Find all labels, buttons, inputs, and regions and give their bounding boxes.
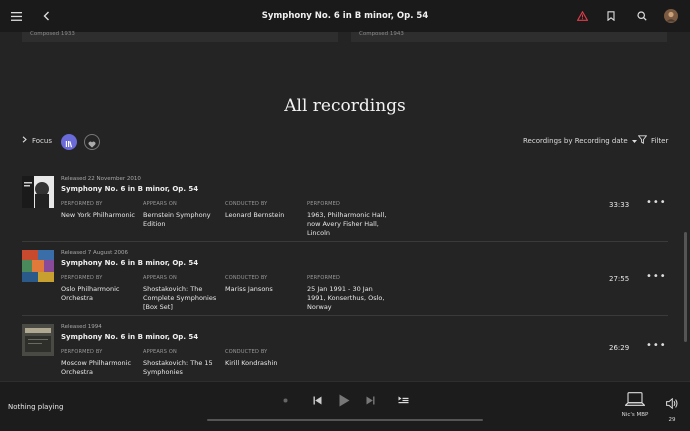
conductor-link[interactable]: Mariss Jansons <box>225 285 307 294</box>
top-bar: Symphony No. 6 in B minor, Op. 54 <box>0 0 690 32</box>
performed-by-label: PERFORMED BY <box>61 275 103 281</box>
warning-icon[interactable] <box>570 0 594 32</box>
composition-card[interactable]: Composed 1933 <box>22 31 338 42</box>
performed-by-column: PERFORMED BY New York Philharmonic <box>61 201 137 220</box>
performer-link[interactable]: New York Philharmonic <box>61 211 137 220</box>
radio-icon[interactable] <box>280 391 290 409</box>
composition-card[interactable]: Composed 1943 <box>351 31 667 42</box>
device-name: Nic's MBP <box>621 412 649 418</box>
library-filter-toggle[interactable] <box>61 134 77 150</box>
performed-label: PERFORMED <box>307 275 341 281</box>
focus-button[interactable]: Focus <box>22 136 52 145</box>
album-link[interactable]: Bernstein Symphony Edition <box>143 211 219 229</box>
conductor-link[interactable]: Leonard Bernstein <box>225 211 307 220</box>
more-options-icon[interactable]: ••• <box>646 197 667 208</box>
sort-dropdown[interactable]: Recordings by Recording date <box>523 137 637 145</box>
performed-by-label: PERFORMED BY <box>61 349 103 355</box>
bookmark-icon[interactable] <box>599 0 623 32</box>
album-link[interactable]: Shostakovich: The Complete Symphonies [B… <box>143 285 219 312</box>
conducted-by-label: CONDUCTED BY <box>225 201 268 207</box>
scrollbar[interactable] <box>684 232 687 342</box>
appears-on-column: APPEARS ON Shostakovich: The 15 Symphoni… <box>143 349 219 377</box>
album-cover <box>22 176 54 208</box>
composed-label: Composed 1943 <box>359 31 404 37</box>
release-date: Released 22 November 2010 <box>61 176 141 182</box>
performance-info: 25 Jan 1991 - 30 Jan 1991, Konserthus, O… <box>307 285 385 311</box>
appears-on-label: APPEARS ON <box>143 275 177 281</box>
player-bar: Nothing playing Nic's MBP 29 <box>0 381 690 431</box>
conducted-by-label: CONDUCTED BY <box>225 349 268 355</box>
duration: 26:29 <box>609 344 630 352</box>
search-icon[interactable] <box>630 0 654 32</box>
sort-label: Recordings by Recording date <box>523 137 628 145</box>
album-cover <box>22 250 54 282</box>
appears-on-label: APPEARS ON <box>143 349 177 355</box>
recording-title[interactable]: Symphony No. 6 in B minor, Op. 54 <box>61 259 198 267</box>
release-date: Released 1994 <box>61 324 102 330</box>
album-cover <box>22 324 54 356</box>
appears-on-column: APPEARS ON Shostakovich: The Complete Sy… <box>143 275 219 312</box>
favorite-filter-toggle[interactable] <box>84 134 100 150</box>
next-icon[interactable] <box>364 391 376 409</box>
volume-level: 29 <box>668 417 676 423</box>
audio-device-selector[interactable]: Nic's MBP <box>620 391 650 418</box>
recording-title[interactable]: Symphony No. 6 in B minor, Op. 54 <box>61 333 198 341</box>
performer-link[interactable]: Moscow Philharmonic Orchestra <box>61 359 137 377</box>
conductor-link[interactable]: Kirill Kondrashin <box>225 359 307 368</box>
recording-row[interactable]: Released 1994 Symphony No. 6 in B minor,… <box>22 320 668 380</box>
conducted-by-label: CONDUCTED BY <box>225 275 268 281</box>
conducted-by-column: CONDUCTED BY Mariss Jansons <box>225 275 307 294</box>
appears-on-column: APPEARS ON Bernstein Symphony Edition <box>143 201 219 229</box>
performed-column: PERFORMED 1963, Philharmonic Hall, now A… <box>307 201 389 238</box>
performed-by-label: PERFORMED BY <box>61 201 103 207</box>
release-date: Released 7 August 2006 <box>61 250 128 256</box>
library-icon <box>65 133 73 152</box>
performer-link[interactable]: Oslo Philharmonic Orchestra <box>61 285 137 303</box>
recording-title[interactable]: Symphony No. 6 in B minor, Op. 54 <box>61 185 198 193</box>
performed-column: PERFORMED 25 Jan 1991 - 30 Jan 1991, Kon… <box>307 275 389 312</box>
conducted-by-column: CONDUCTED BY Kirill Kondrashin <box>225 349 307 368</box>
heart-icon <box>88 133 96 152</box>
progress-bar[interactable] <box>207 419 483 421</box>
focus-label: Focus <box>32 136 52 145</box>
speaker-icon <box>666 394 678 413</box>
performed-by-column: PERFORMED BY Moscow Philharmonic Orchest… <box>61 349 137 377</box>
chevron-left-icon[interactable] <box>34 0 58 32</box>
filter-label: Filter <box>651 136 669 145</box>
recording-row[interactable]: Released 7 August 2006 Symphony No. 6 in… <box>22 246 668 316</box>
chevron-right-icon <box>22 136 27 145</box>
duration: 33:33 <box>609 201 630 209</box>
avatar[interactable] <box>659 0 683 32</box>
filter-button[interactable]: Filter <box>637 135 669 146</box>
filter-icon <box>637 135 648 146</box>
queue-icon[interactable] <box>396 391 410 409</box>
hamburger-icon[interactable] <box>4 0 28 32</box>
duration: 27:55 <box>609 275 630 283</box>
more-options-icon[interactable]: ••• <box>646 271 667 282</box>
play-icon[interactable] <box>337 391 351 409</box>
performed-label: PERFORMED <box>307 201 341 207</box>
more-options-icon[interactable]: ••• <box>646 340 667 351</box>
performance-info: 1963, Philharmonic Hall, now Avery Fishe… <box>307 211 387 237</box>
recording-row[interactable]: Released 22 November 2010 Symphony No. 6… <box>22 172 668 242</box>
album-link[interactable]: Shostakovich: The 15 Symphonies <box>143 359 219 377</box>
volume-control[interactable]: 29 <box>663 394 681 423</box>
performed-by-column: PERFORMED BY Oslo Philharmonic Orchestra <box>61 275 137 303</box>
appears-on-label: APPEARS ON <box>143 201 177 207</box>
caret-down-icon <box>631 137 637 145</box>
composed-label: Composed 1933 <box>30 31 75 37</box>
section-title: All recordings <box>284 96 406 116</box>
now-playing-text: Nothing playing <box>8 403 64 411</box>
conducted-by-column: CONDUCTED BY Leonard Bernstein <box>225 201 307 220</box>
previous-icon[interactable] <box>311 391 323 409</box>
laptop-icon <box>624 391 646 410</box>
